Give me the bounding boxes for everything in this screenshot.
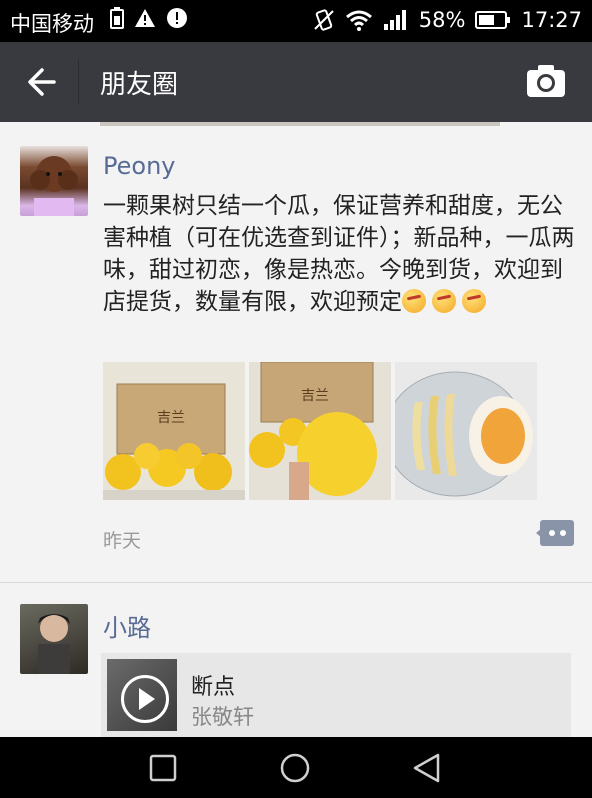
post-photo[interactable]: 吉兰 xyxy=(249,362,391,500)
back-triangle-icon[interactable] xyxy=(410,751,444,785)
warning-icon xyxy=(135,9,155,27)
alert-icon xyxy=(167,8,187,28)
sliced-melon-image xyxy=(395,362,537,500)
box-label: 吉兰 xyxy=(157,410,185,426)
previous-post-edge xyxy=(100,122,500,126)
page-title: 朋友圈 xyxy=(100,70,179,100)
battery-percent: 58% xyxy=(418,8,466,32)
melon-held-image: 吉兰 xyxy=(249,362,391,500)
photo-grid: 吉兰 吉兰 xyxy=(103,362,537,500)
box-label: 吉兰 xyxy=(301,388,329,404)
app-bar-divider xyxy=(78,60,79,104)
poodle-avatar-image xyxy=(30,156,78,216)
sim-icon xyxy=(110,7,124,29)
signal-icon xyxy=(383,10,406,30)
avatar[interactable] xyxy=(20,604,88,674)
camera-icon[interactable] xyxy=(526,64,566,98)
music-title: 断点 xyxy=(191,675,236,700)
music-artist: 张敬轩 xyxy=(191,705,254,729)
arrow-left-icon[interactable] xyxy=(24,64,58,100)
emoji-icon xyxy=(402,289,426,313)
music-thumbnail xyxy=(107,659,177,731)
post-author-name[interactable]: Peony xyxy=(103,152,175,180)
carrier-label: 中国移动 xyxy=(10,12,94,36)
clock: 17:27 xyxy=(521,8,582,32)
recent-apps-icon[interactable] xyxy=(146,751,180,785)
app-bar: 朋友圈 xyxy=(0,42,592,122)
post-time: 昨天 xyxy=(103,530,142,552)
moments-feed[interactable]: Peony 一颗果树只结一个瓜，保证营养和甜度，无公害种植（可在优选查到证件）；… xyxy=(0,122,592,737)
avatar[interactable] xyxy=(20,146,88,216)
status-bar: 中国移动 58% 17:27 xyxy=(0,0,592,42)
melon-box-image: 吉兰 xyxy=(103,362,245,500)
system-nav-bar xyxy=(0,737,592,798)
person-avatar-image xyxy=(38,614,70,674)
vibrate-icon xyxy=(314,9,334,31)
post-author-name[interactable]: 小路 xyxy=(103,608,151,643)
post-text: 一颗果树只结一个瓜，保证营养和甜度，无公害种植（可在优选查到证件）；新品种，一瓜… xyxy=(103,190,581,318)
battery-icon xyxy=(475,11,511,29)
post-photo[interactable] xyxy=(395,362,537,500)
post-photo[interactable]: 吉兰 xyxy=(103,362,245,500)
emoji-icon xyxy=(432,289,456,313)
comment-icon[interactable] xyxy=(536,520,574,546)
post-text-content: 一颗果树只结一个瓜，保证营养和甜度，无公害种植（可在优选查到证件）；新品种，一瓜… xyxy=(103,193,575,315)
music-card[interactable]: 断点 张敬轩 xyxy=(101,653,571,737)
play-icon[interactable] xyxy=(121,675,169,723)
emoji-icon xyxy=(462,289,486,313)
wifi-icon xyxy=(345,10,372,31)
post-divider xyxy=(0,582,592,583)
home-icon[interactable] xyxy=(278,751,312,785)
